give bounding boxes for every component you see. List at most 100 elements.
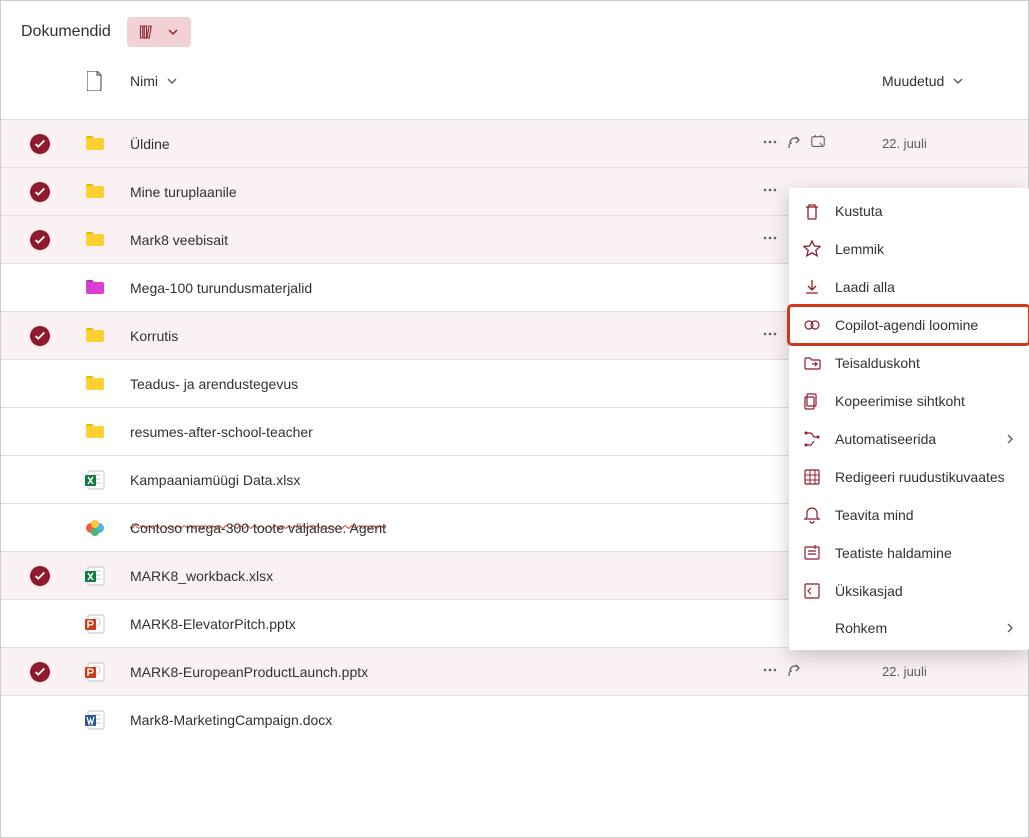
file-name-cell[interactable]: Mega-100 turundusmaterjalid (112, 280, 762, 296)
file-name: MARK8-EuropeanProductLaunch.pptx (130, 664, 368, 680)
file-name-cell[interactable]: Mark8-MarketingCampaign.docx (112, 712, 762, 728)
pin-button[interactable] (810, 134, 826, 153)
share-button[interactable] (786, 134, 802, 153)
file-row[interactable]: MARK8-EuropeanProductLaunch.pptx 22. juul… (1, 647, 1028, 695)
file-name-cell[interactable]: Korrutis (112, 328, 762, 344)
library-books-icon (139, 23, 157, 41)
menu-item-copilot-create[interactable]: Copilot-agendi loomine (789, 306, 1029, 344)
row-select[interactable] (1, 230, 78, 250)
more-actions-button[interactable] (762, 134, 778, 153)
chevron-down-icon (167, 26, 179, 38)
file-name: Kampaaniamüügi Data.xlsx (130, 472, 300, 488)
chevron-right-icon (1005, 431, 1015, 447)
file-name-cell[interactable]: MARK8-ElevatorPitch.pptx (112, 616, 762, 632)
menu-item-label: Copilot-agendi loomine (835, 317, 1015, 333)
selected-check-icon (30, 326, 50, 346)
file-name-cell[interactable]: resumes-after-school-teacher (112, 424, 762, 440)
row-select[interactable] (1, 662, 78, 682)
menu-item-alerts[interactable]: Teatiste haldamine (789, 534, 1029, 572)
file-name: MARK8-ElevatorPitch.pptx (130, 616, 296, 632)
file-type-icon (78, 134, 112, 154)
modified-cell: 22. juuli (882, 664, 1028, 679)
menu-item-label: Redigeeri ruudustikuvaates (835, 469, 1015, 485)
more-actions-button[interactable] (762, 182, 778, 201)
menu-item-label: Laadi alla (835, 279, 1015, 295)
menu-item-bell[interactable]: Teavita mind (789, 496, 1029, 534)
row-select[interactable] (1, 134, 78, 154)
file-name: resumes-after-school-teacher (130, 424, 313, 440)
flow-icon (803, 430, 821, 448)
menu-item-more[interactable]: Rohkem (789, 610, 1029, 646)
column-name-header[interactable]: Nimi (112, 73, 762, 89)
menu-item-label: Kustuta (835, 203, 1015, 219)
file-type-icon (78, 230, 112, 250)
file-name-cell[interactable]: Üldine (112, 136, 762, 152)
trash-icon (803, 202, 821, 220)
modified-cell: 22. juuli (882, 136, 1028, 151)
more-actions-button[interactable] (762, 230, 778, 249)
menu-item-label: Teatiste haldamine (835, 545, 1015, 561)
column-header-row: Nimi Muudetud (1, 63, 1028, 99)
menu-item-label: Üksikasjad (835, 583, 1015, 599)
file-name: Korrutis (130, 328, 178, 344)
file-name: Mark8 veebisait (130, 232, 228, 248)
file-name: Mark8-MarketingCampaign.docx (130, 712, 332, 728)
file-name: Teadus- ja arendustegevus (130, 376, 298, 392)
file-name-cell[interactable]: Mine turuplaanile (112, 184, 762, 200)
menu-item-label: Kopeerimise sihtkoht (835, 393, 1015, 409)
more-actions-button[interactable] (762, 326, 778, 345)
copy-icon (803, 392, 821, 410)
row-select[interactable] (1, 182, 78, 202)
grid-icon (803, 468, 821, 486)
menu-item-trash[interactable]: Kustuta (789, 192, 1029, 230)
menu-item-folder-move[interactable]: Teisalduskoht (789, 344, 1029, 382)
file-name-cell[interactable]: MARK8_workback.xlsx (112, 568, 762, 584)
menu-item-label: Teavita mind (835, 507, 1015, 523)
menu-item-star[interactable]: Lemmik (789, 230, 1029, 268)
selected-check-icon (30, 134, 50, 154)
file-type-icon (78, 710, 112, 730)
file-name-cell[interactable]: Kampaaniamüügi Data.xlsx (112, 472, 762, 488)
column-name-label: Nimi (130, 73, 158, 89)
row-actions (762, 134, 882, 153)
chevron-down-icon (166, 75, 178, 87)
menu-item-flow[interactable]: Automatiseerida (789, 420, 1029, 458)
file-row[interactable]: Üldine 22. juuli (1, 119, 1028, 167)
document-icon (87, 71, 103, 91)
file-type-icon (78, 518, 112, 538)
copilot-create-icon (803, 316, 821, 334)
selected-check-icon (30, 182, 50, 202)
menu-item-download[interactable]: Laadi alla (789, 268, 1029, 306)
menu-item-copy[interactable]: Kopeerimise sihtkoht (789, 382, 1029, 420)
star-icon (803, 240, 821, 258)
selected-check-icon (30, 662, 50, 682)
bell-icon (803, 506, 821, 524)
menu-item-label: Teisalduskoht (835, 355, 1015, 371)
column-type-icon[interactable] (78, 71, 112, 91)
library-switcher-button[interactable] (127, 17, 191, 47)
details-icon (803, 582, 821, 600)
file-name-cell[interactable]: Contoso mega-300 toote väljalase. Agent (112, 520, 762, 536)
download-icon (803, 278, 821, 296)
more-actions-button[interactable] (762, 662, 778, 681)
file-row[interactable]: Mark8-MarketingCampaign.docx (1, 695, 1028, 743)
file-name: Mine turuplaanile (130, 184, 237, 200)
selected-check-icon (30, 566, 50, 586)
context-menu: Kustuta Lemmik Laadi alla Copilot-agendi lo… (789, 188, 1029, 650)
file-type-icon (78, 326, 112, 346)
file-name-cell[interactable]: Teadus- ja arendustegevus (112, 376, 762, 392)
menu-item-grid[interactable]: Redigeeri ruudustikuvaates (789, 458, 1029, 496)
file-name-cell[interactable]: MARK8-EuropeanProductLaunch.pptx (112, 664, 762, 680)
row-select[interactable] (1, 326, 78, 346)
row-select[interactable] (1, 566, 78, 586)
header: Dokumendid (1, 1, 1028, 63)
alerts-icon (803, 544, 821, 562)
file-type-icon (78, 278, 112, 298)
chevron-right-icon (1005, 620, 1015, 636)
menu-item-details[interactable]: Üksikasjad (789, 572, 1029, 610)
file-name-cell[interactable]: Mark8 veebisait (112, 232, 762, 248)
file-type-icon (78, 470, 112, 490)
share-button[interactable] (786, 662, 802, 681)
column-modified-header[interactable]: Muudetud (882, 73, 1028, 89)
file-name: MARK8_workback.xlsx (130, 568, 273, 584)
